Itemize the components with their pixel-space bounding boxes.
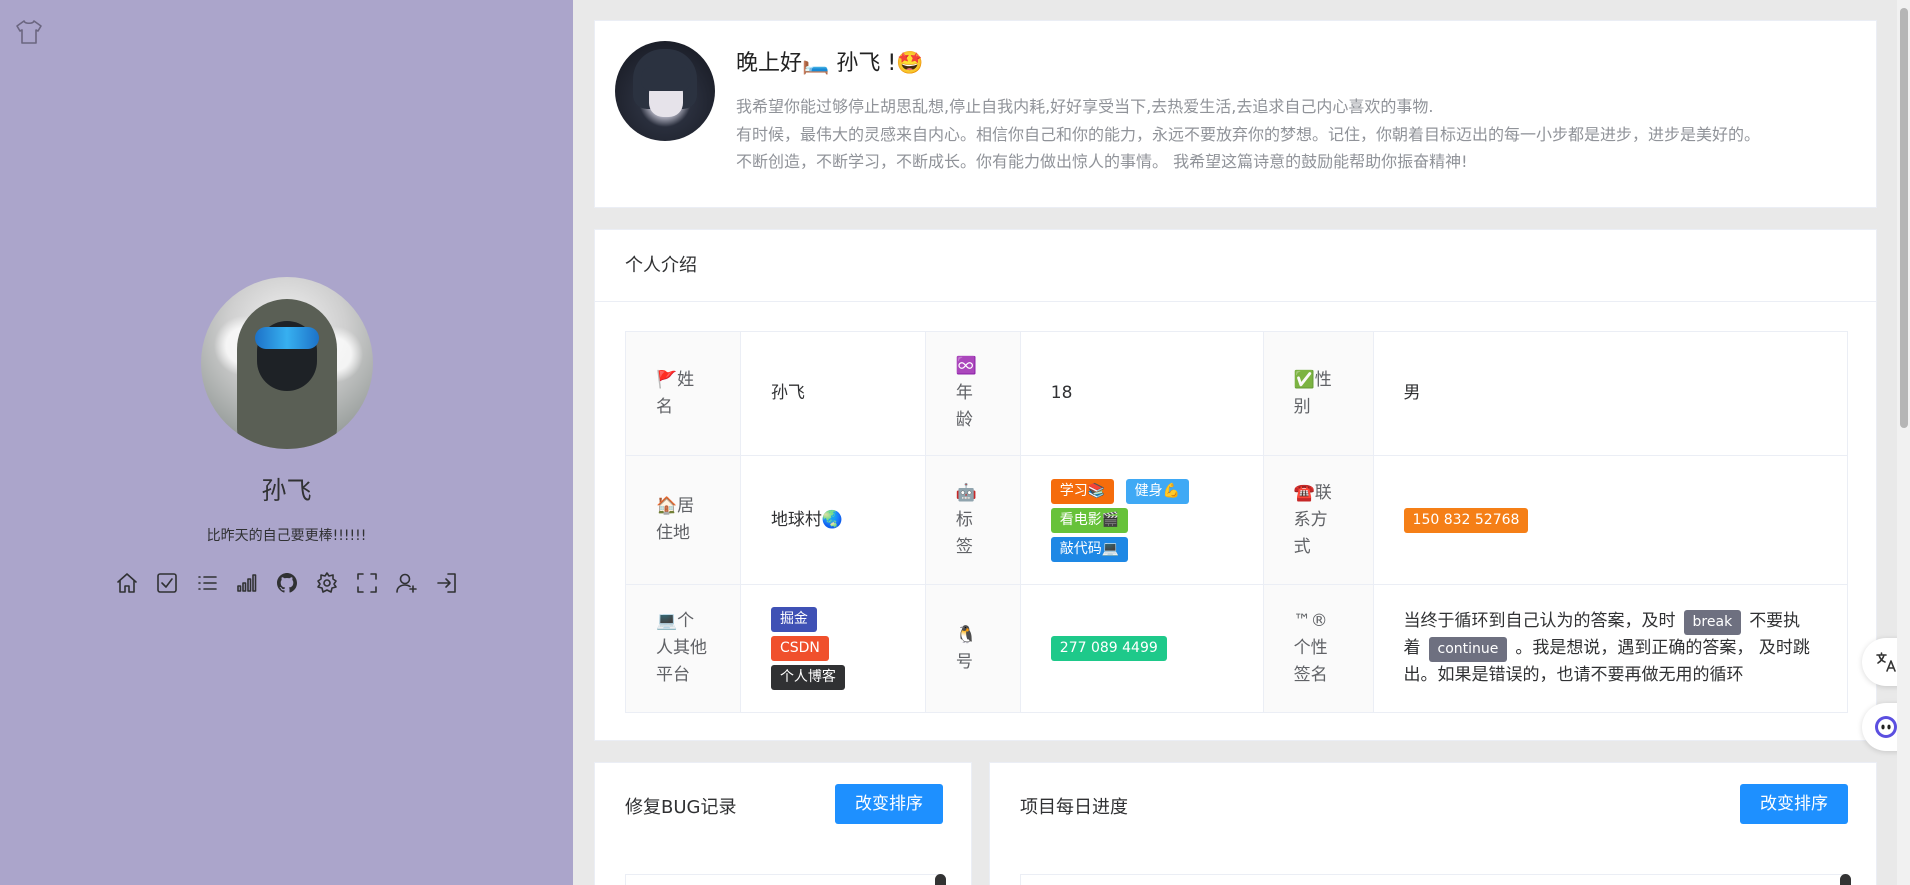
greeting-line: 有时候，最伟大的灵感来自内心。相信你自己和你的能力，永远不要放弃你的梦想。记住，… bbox=[736, 124, 1761, 144]
signature-text: 当终于循环到自己认为的答案，及时 bbox=[1403, 611, 1676, 631]
fullscreen-icon[interactable] bbox=[355, 571, 379, 595]
quick-icon-row bbox=[0, 571, 573, 595]
age-value: 18 bbox=[1019, 331, 1264, 456]
signal-icon[interactable] bbox=[235, 571, 259, 595]
greeting-card: 晚上好🛏️ 孙飞 !🤩 我希望你能过够停止胡思乱想,停止自我内耗,好好享受当下,… bbox=[594, 20, 1877, 208]
platform-label: 💻个人其他平台 bbox=[625, 584, 741, 713]
contact-cell: 150 832 52768 bbox=[1372, 455, 1849, 585]
greeting-title: 晚上好🛏️ 孙飞 !🤩 bbox=[736, 51, 924, 76]
daily-progress-card: 项目每日进度 改变排序 bbox=[989, 762, 1877, 885]
daily-progress-title: 项目每日进度 bbox=[1020, 797, 1128, 818]
platform-csdn-link[interactable]: CSDN bbox=[770, 636, 829, 661]
qq-cell: 277 089 4499 bbox=[1019, 584, 1264, 713]
theme-shirt-icon[interactable] bbox=[14, 18, 44, 46]
progress-list bbox=[1020, 874, 1848, 885]
qq-label: 🐧号 bbox=[924, 584, 1021, 713]
bug-record-card: 修复BUG记录 改变排序 bbox=[594, 762, 972, 885]
code-continue-tag: continue bbox=[1428, 637, 1508, 662]
greeting-avatar bbox=[615, 41, 715, 141]
user-add-icon[interactable] bbox=[395, 571, 419, 595]
list-icon[interactable] bbox=[195, 571, 219, 595]
profile-block: 孙飞 比昨天的自己要更棒!!!!!! bbox=[0, 277, 573, 595]
bug-record-list bbox=[625, 874, 943, 885]
tag-fitness: 健身💪 bbox=[1125, 478, 1190, 504]
tag-movie: 看电影🎬 bbox=[1050, 507, 1129, 533]
table-row: 💻个人其他平台 掘金 CSDN 个人博客 🐧号 277 089 4499 ™®个… bbox=[625, 584, 1849, 713]
bug-record-title: 修复BUG记录 bbox=[625, 797, 737, 818]
logout-icon[interactable] bbox=[435, 571, 459, 595]
settings-icon[interactable] bbox=[315, 571, 339, 595]
avatar bbox=[200, 277, 373, 449]
page-scrollbar[interactable] bbox=[1897, 0, 1910, 885]
signature-value: 当终于循环到自己认为的答案，及时 break 不要执着 continue 。我是想说，遇… bbox=[1372, 584, 1849, 713]
greeting-text: 我希望你能过够停止胡思乱想,停止自我内耗,好好享受当下,去热爱生活,去追求自己内… bbox=[736, 93, 1856, 176]
progress-sort-button[interactable]: 改变排序 bbox=[1740, 784, 1848, 824]
tags-cell: 学习📚 健身💪 看电影🎬 敲代码💻 bbox=[1019, 455, 1264, 585]
page-scrollbar-thumb[interactable] bbox=[1900, 8, 1908, 428]
name-value: 孙飞 bbox=[739, 331, 926, 456]
bug-list-scroll-thumb[interactable] bbox=[935, 874, 946, 885]
assistant-icon bbox=[1875, 716, 1897, 738]
home-value: 地球村🌏 bbox=[739, 455, 926, 585]
platform-cell: 掘金 CSDN 个人博客 bbox=[739, 584, 926, 713]
github-icon[interactable] bbox=[275, 571, 299, 595]
intro-card: 个人介绍 🚩姓名 孙飞 ♾️年龄 18 ✅性别 男 🏠居住地 地球村🌏 🤖标签 bbox=[594, 229, 1877, 741]
tag-coding: 敲代码💻 bbox=[1050, 536, 1129, 562]
table-row: 🏠居住地 地球村🌏 🤖标签 学习📚 健身💪 看电影🎬 敲代码💻 ☎️联系方式 1… bbox=[625, 455, 1849, 585]
main-content: 晚上好🛏️ 孙飞 !🤩 我希望你能过够停止胡思乱想,停止自我内耗,好好享受当下,… bbox=[573, 0, 1910, 885]
gender-value: 男 bbox=[1372, 331, 1849, 456]
age-label: ♾️年龄 bbox=[924, 331, 1021, 456]
profile-motto: 比昨天的自己要更棒!!!!!! bbox=[206, 528, 367, 544]
name-label: 🚩姓名 bbox=[625, 331, 741, 456]
bug-sort-button[interactable]: 改变排序 bbox=[835, 784, 943, 824]
tags-label: 🤖标签 bbox=[924, 455, 1021, 585]
contact-phone-tag: 150 832 52768 bbox=[1403, 507, 1529, 533]
greeting-line: 我希望你能过够停止胡思乱想,停止自我内耗,好好享受当下,去热爱生活,去追求自己内… bbox=[736, 97, 1434, 116]
home-label: 🏠居住地 bbox=[625, 455, 741, 585]
platform-blog-link[interactable]: 个人博客 bbox=[770, 665, 845, 690]
signature-label: ™®个性签名 bbox=[1262, 584, 1374, 713]
intro-header: 个人介绍 bbox=[595, 230, 1876, 302]
translate-icon bbox=[1876, 652, 1896, 672]
platform-juejin-link[interactable]: 掘金 bbox=[770, 607, 817, 632]
profile-name: 孙飞 bbox=[261, 476, 312, 505]
code-break-tag: break bbox=[1683, 610, 1742, 635]
table-row: 🚩姓名 孙飞 ♾️年龄 18 ✅性别 男 bbox=[625, 331, 1849, 456]
checkbox-icon[interactable] bbox=[155, 571, 179, 595]
tag-study: 学习📚 bbox=[1050, 478, 1115, 504]
gender-label: ✅性别 bbox=[1262, 331, 1374, 456]
qq-tag: 277 089 4499 bbox=[1050, 636, 1167, 661]
intro-table: 🚩姓名 孙飞 ♾️年龄 18 ✅性别 男 🏠居住地 地球村🌏 🤖标签 学习📚 健… bbox=[625, 331, 1849, 713]
greeting-line: 不断创造，不断学习，不断成长。你有能力做出惊人的事情。 我希望这篇诗意的鼓励能帮… bbox=[736, 152, 1468, 171]
contact-label: ☎️联系方式 bbox=[1262, 455, 1374, 585]
sidebar: 孙飞 比昨天的自己要更棒!!!!!! bbox=[0, 0, 573, 885]
home-icon[interactable] bbox=[115, 571, 139, 595]
progress-list-scroll-thumb[interactable] bbox=[1840, 874, 1851, 885]
